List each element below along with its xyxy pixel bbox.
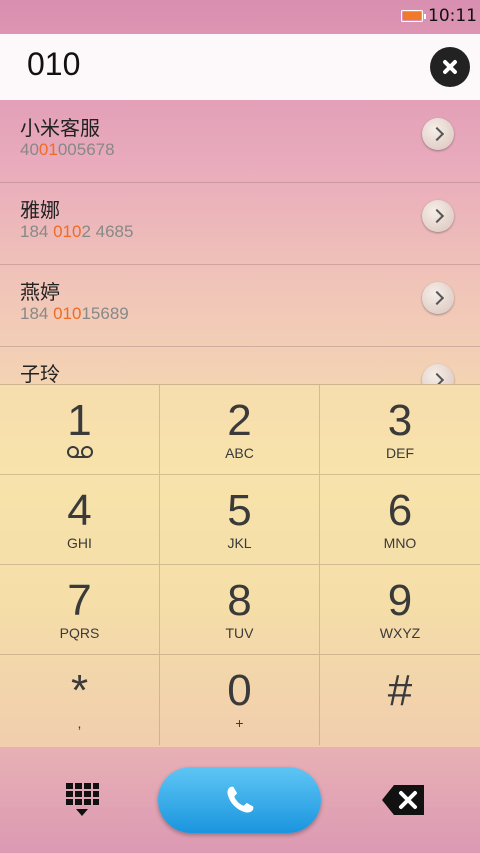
list-item[interactable]: 子玲 xyxy=(0,346,480,384)
contact-name: 雅娜 xyxy=(20,198,60,222)
key-4[interactable]: 4 GHI xyxy=(0,475,160,565)
chevron-right-icon[interactable] xyxy=(422,200,454,232)
number-prefix: 184 xyxy=(20,222,54,241)
key-digit: 9 xyxy=(387,576,413,625)
key-digit: 1 xyxy=(67,396,92,445)
dial-input[interactable]: 010 xyxy=(27,46,80,83)
phone-icon xyxy=(227,786,254,813)
key-digit: 3 xyxy=(387,396,413,445)
chevron-right-icon[interactable] xyxy=(422,282,454,314)
key-3[interactable]: 3 DEF xyxy=(320,385,480,475)
number-suffix: 15689 xyxy=(81,304,129,323)
key-letters: DEF xyxy=(386,445,414,461)
key-8[interactable]: 8 TUV xyxy=(160,565,320,655)
list-item[interactable]: 小米客服 4001005678 xyxy=(0,100,480,183)
key-digit: 4 xyxy=(67,486,92,535)
key-letters: , xyxy=(77,715,82,731)
key-6[interactable]: 6 MNO xyxy=(320,475,480,565)
call-button[interactable] xyxy=(158,767,321,833)
backspace-icon[interactable] xyxy=(380,783,426,817)
key-hash[interactable]: # xyxy=(320,655,480,745)
contact-name: 燕婷 xyxy=(20,280,60,304)
chevron-right-icon[interactable] xyxy=(422,364,454,384)
key-star[interactable]: * , xyxy=(0,655,160,745)
contact-number: 184 01015689 xyxy=(20,304,129,324)
contact-list[interactable]: 小米客服 4001005678 雅娜 184 0102 4685 燕婷 184 … xyxy=(0,100,480,384)
key-9[interactable]: 9 WXYZ xyxy=(320,565,480,655)
key-digit: 5 xyxy=(227,486,252,535)
key-digit: 6 xyxy=(387,486,413,535)
status-bar: 10:11 xyxy=(0,0,480,34)
number-match: 010 xyxy=(53,222,82,241)
number-prefix: 40 xyxy=(20,140,39,159)
key-2[interactable]: 2 ABC xyxy=(160,385,320,475)
key-digit: 2 xyxy=(227,396,252,445)
battery-icon xyxy=(401,10,426,22)
key-digit: 0 xyxy=(227,666,252,715)
key-digit: # xyxy=(387,666,413,715)
chevron-right-icon[interactable] xyxy=(422,118,454,150)
key-letters: ABC xyxy=(225,445,254,461)
contact-number: 184 0102 4685 xyxy=(20,222,133,242)
contact-number: 4001005678 xyxy=(20,140,115,160)
close-icon[interactable] xyxy=(430,47,470,87)
number-suffix: 2 4685 xyxy=(81,222,134,241)
key-letters: GHI xyxy=(67,535,92,551)
list-item[interactable]: 雅娜 184 0102 4685 xyxy=(0,182,480,265)
dialpad: 1 2 ABC 3 DEF 4 GHI 5 JKL 6 MNO 7 PQRS 8… xyxy=(0,384,480,747)
number-match: 010 xyxy=(53,304,82,323)
contact-name: 小米客服 xyxy=(20,116,100,140)
key-letters: JKL xyxy=(227,535,252,551)
key-7[interactable]: 7 PQRS xyxy=(0,565,160,655)
number-prefix: 184 xyxy=(20,304,54,323)
dial-input-bar[interactable]: 010 xyxy=(0,34,480,100)
key-digit: * xyxy=(70,666,89,715)
number-match: 01 xyxy=(38,140,58,159)
contact-name: 子玲 xyxy=(20,362,60,384)
voicemail-icon xyxy=(66,446,93,458)
key-5[interactable]: 5 JKL xyxy=(160,475,320,565)
key-letters: MNO xyxy=(383,535,417,551)
key-0[interactable]: 0 + xyxy=(160,655,320,745)
key-letters: + xyxy=(235,715,244,731)
key-1[interactable]: 1 xyxy=(0,385,160,475)
clock: 10:11 xyxy=(428,6,477,26)
key-letters: WXYZ xyxy=(379,625,421,641)
key-digit: 8 xyxy=(227,576,252,625)
number-suffix: 005678 xyxy=(57,140,115,159)
dialpad-icon[interactable] xyxy=(64,781,100,817)
key-letters: PQRS xyxy=(59,625,100,641)
key-letters: TUV xyxy=(225,625,254,641)
list-item[interactable]: 燕婷 184 01015689 xyxy=(0,264,480,347)
key-digit: 7 xyxy=(67,576,92,625)
